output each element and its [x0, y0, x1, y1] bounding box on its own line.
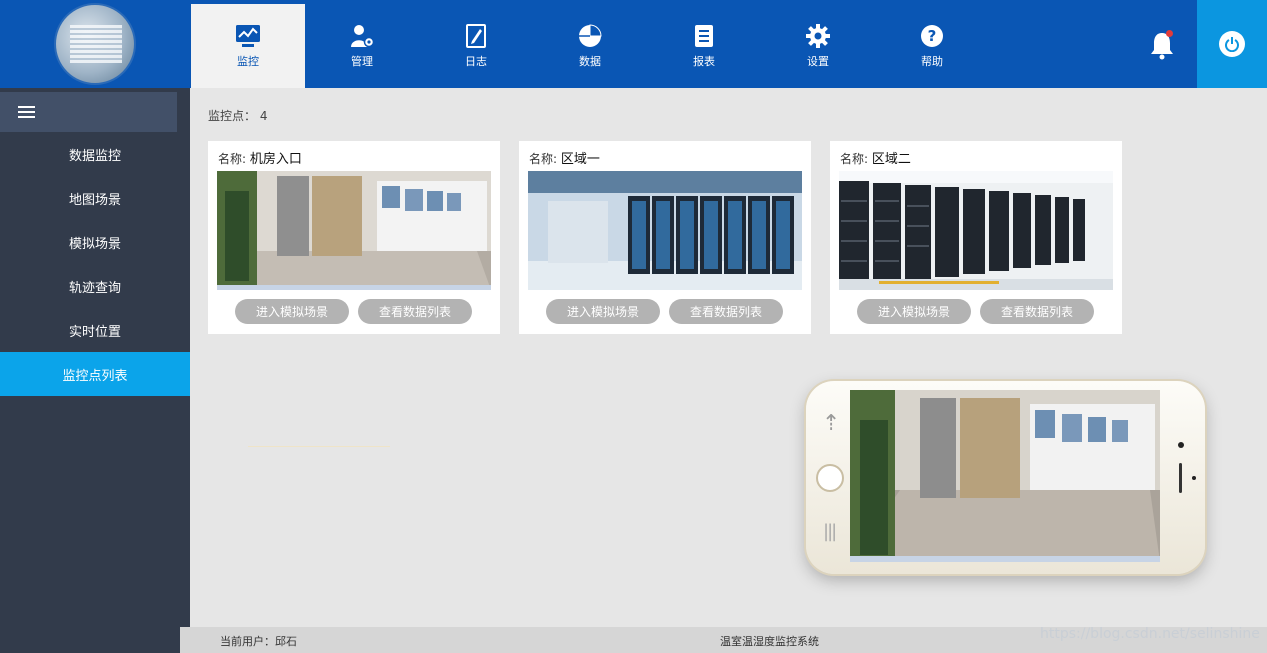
main-nav: 监控 管理 日志 数据 报表 设置 ? 帮助 — [191, 4, 989, 88]
camera-thumbnail[interactable] — [528, 171, 802, 290]
pie-chart-icon — [579, 24, 602, 47]
camera-thumbnail[interactable] — [217, 171, 491, 290]
nav-label: 监控 — [237, 55, 259, 68]
monitor-point-count: 监控点： 4 — [208, 107, 267, 124]
count-value: 4 — [259, 109, 268, 123]
logo-area — [0, 0, 190, 88]
menu-toggle-button[interactable] — [0, 92, 177, 132]
camera-thumbnail[interactable] — [839, 171, 1113, 290]
enter-sim-scene-button[interactable]: 进入模拟场景 — [235, 299, 349, 324]
user-gear-icon — [351, 25, 375, 48]
sidebar-item-label: 轨迹查询 — [68, 280, 121, 296]
nav-item-report[interactable]: 报表 — [647, 4, 761, 88]
power-icon — [1219, 31, 1245, 57]
card-title: 名称: 区域二 — [840, 148, 911, 167]
nav-item-help[interactable]: ? 帮助 — [875, 4, 989, 88]
monitor-card: 名称: 区域一 进入模拟场景 查看数据列表 — [519, 141, 811, 334]
enter-sim-scene-button[interactable]: 进入模拟场景 — [546, 299, 660, 324]
sidebar-item-label: 实时位置 — [68, 324, 121, 340]
nav-item-monitor[interactable]: 监控 — [191, 4, 305, 88]
speaker-slot — [1179, 463, 1182, 493]
nav-item-settings[interactable]: 设置 — [761, 4, 875, 88]
card-title: 名称: 机房入口 — [218, 148, 302, 167]
nav-label: 设置 — [807, 55, 829, 68]
sidebar: 数据监控 地图场景 模拟场景 轨迹查询 实时位置 监控点列表 — [0, 88, 190, 653]
view-data-list-button[interactable]: 查看数据列表 — [669, 299, 783, 324]
sidebar-item-label: 监控点列表 — [62, 368, 128, 384]
card-name: 机房入口 — [249, 152, 302, 167]
card-title: 名称: 区域一 — [529, 148, 600, 167]
top-bar: 监控 管理 日志 数据 报表 设置 ? 帮助 — [0, 0, 1267, 88]
sidebar-item-sim-scene[interactable]: 模拟场景 — [0, 220, 190, 264]
nav-label: 帮助 — [921, 55, 943, 68]
sensor-dot — [1192, 476, 1196, 480]
card-name-label: 名称: — [840, 152, 869, 166]
nav-label: 数据 — [579, 55, 601, 68]
enter-sim-scene-button[interactable]: 进入模拟场景 — [857, 299, 971, 324]
monitor-card: 名称: 机房入口 进入模拟场景 查看数据列表 — [208, 141, 500, 334]
sidebar-menu: 数据监控 地图场景 模拟场景 轨迹查询 实时位置 监控点列表 — [0, 132, 190, 396]
svg-text:?: ? — [928, 27, 937, 45]
sidebar-item-realtime-position[interactable]: 实时位置 — [0, 308, 190, 352]
view-data-list-button[interactable]: 查看数据列表 — [980, 299, 1094, 324]
card-name-label: 名称: — [529, 152, 558, 166]
nav-item-log[interactable]: 日志 — [419, 4, 533, 88]
document-list-icon — [695, 25, 713, 47]
nav-label: 报表 — [693, 55, 715, 68]
card-name: 区域二 — [871, 152, 911, 167]
home-button-icon — [816, 464, 844, 492]
current-user-label: 当前用户： — [220, 635, 275, 648]
monitor-chart-icon — [236, 25, 260, 47]
notification-dot — [1166, 30, 1173, 37]
nav-label: 管理 — [351, 55, 373, 68]
monitor-card: 名称: 区域二 进入模拟场景 查看数据列表 — [830, 141, 1122, 334]
logout-button[interactable] — [1197, 0, 1267, 88]
phone-video-screen[interactable] — [850, 390, 1160, 562]
notebook-icon — [466, 24, 486, 48]
divider — [248, 446, 390, 447]
camera-icon — [1178, 442, 1184, 448]
count-label: 监控点： — [208, 109, 257, 123]
sidebar-item-track-query[interactable]: 轨迹查询 — [0, 264, 190, 308]
gear-icon — [806, 24, 830, 48]
sidebar-item-data-monitor[interactable]: 数据监控 — [0, 132, 190, 176]
system-name: 温室温湿度监控系统 — [720, 635, 819, 648]
nav-item-manage[interactable]: 管理 — [305, 4, 419, 88]
sidebar-item-map-scene[interactable]: 地图场景 — [0, 176, 190, 220]
card-name: 区域一 — [560, 152, 600, 167]
card-name-label: 名称: — [218, 152, 247, 166]
current-user: 当前用户：邱石 — [220, 633, 297, 649]
sidebar-item-label: 数据监控 — [68, 148, 121, 164]
sidebar-item-label: 地图场景 — [68, 192, 121, 208]
phone-preview: ⇡ ||| — [806, 381, 1205, 574]
nav-item-data[interactable]: 数据 — [533, 4, 647, 88]
nav-label: 日志 — [465, 55, 487, 68]
help-icon: ? — [921, 25, 943, 47]
current-user-name: 邱石 — [275, 635, 297, 648]
watermark: https://blog.csdn.net/selinshine — [1040, 626, 1260, 642]
rotate-arrow-icon: ⇡ — [822, 411, 841, 436]
sidebar-item-label: 模拟场景 — [68, 236, 121, 252]
view-data-list-button[interactable]: 查看数据列表 — [358, 299, 472, 324]
sidebar-item-monitor-point-list[interactable]: 监控点列表 — [0, 352, 190, 396]
speaker-grille-icon: ||| — [823, 521, 837, 542]
avatar[interactable] — [54, 3, 136, 85]
hamburger-icon — [18, 105, 35, 119]
